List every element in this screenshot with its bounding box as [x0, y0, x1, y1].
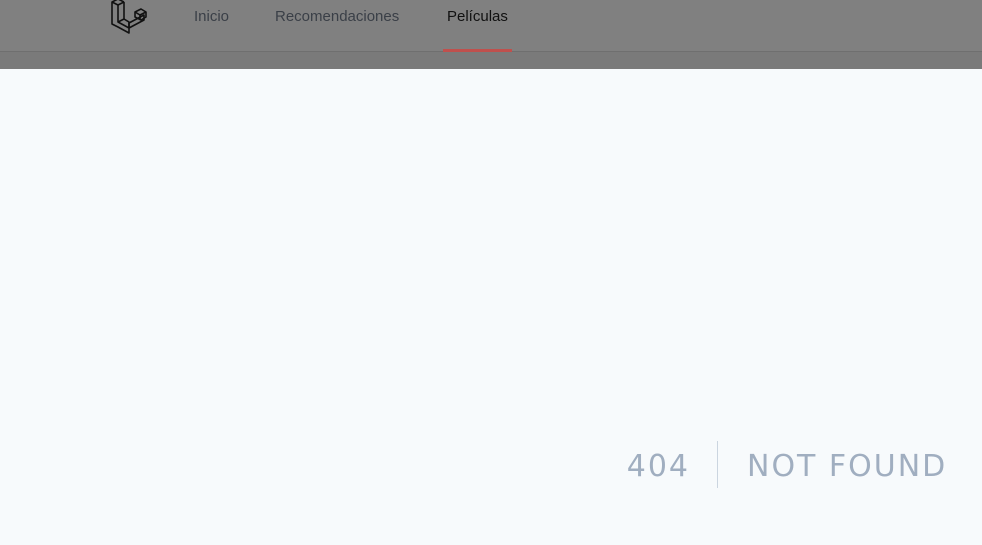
- top-navbar: Inicio Recomendaciones Películas: [0, 0, 982, 52]
- error-code: 404: [626, 449, 690, 484]
- nav-link-peliculas[interactable]: Películas: [443, 0, 512, 52]
- nav-link-inicio[interactable]: Inicio: [194, 0, 229, 52]
- error-message: NOT FOUND: [747, 449, 948, 484]
- error-divider: [717, 441, 718, 488]
- nav-link-recomendaciones[interactable]: Recomendaciones: [275, 0, 399, 52]
- laravel-logo-icon[interactable]: [109, 0, 147, 36]
- error-panel: 404 NOT FOUND: [0, 441, 982, 488]
- navbar-shadow: [0, 52, 982, 69]
